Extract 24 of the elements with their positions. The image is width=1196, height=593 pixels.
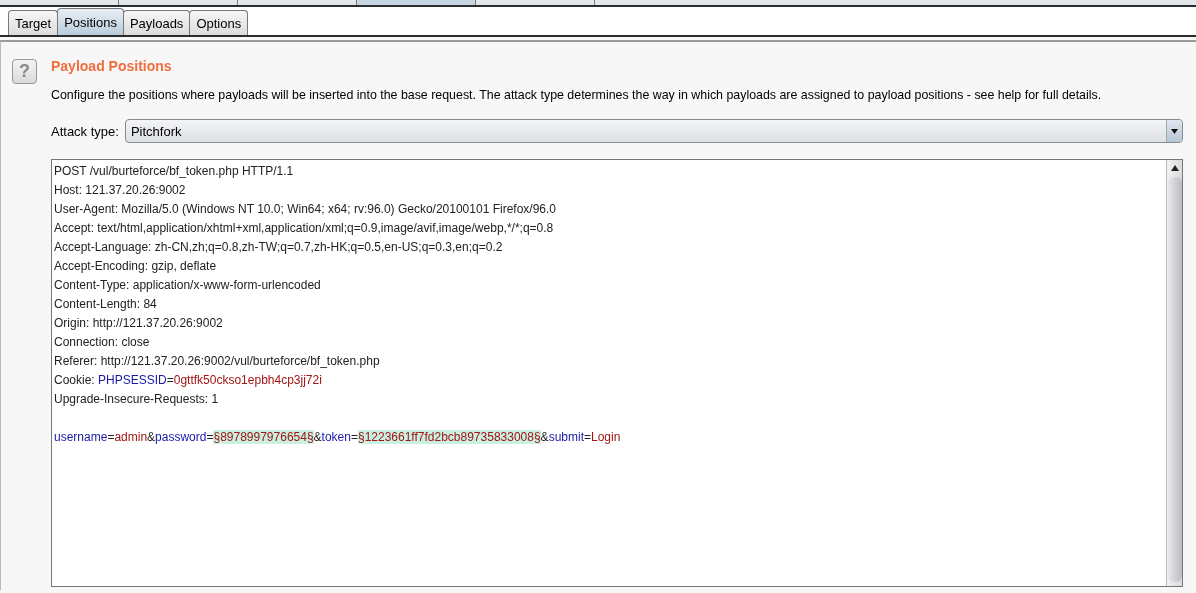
request-line: Connection: close xyxy=(54,334,150,351)
tab[interactable]: Target xyxy=(8,10,59,35)
request-line: User-Agent: Mozilla/5.0 (Windows NT 10.0; Win64; x64; rv:96.0) Gecko/20100101 Firefox/96.0 xyxy=(54,201,556,218)
request-line: username=admin&password=§8978997976654§&token=§1223661ff7fd2bcb89735833008§&submit=Login xyxy=(54,429,621,446)
scroll-up-icon[interactable] xyxy=(1169,163,1180,173)
description-text: Configure the positions where payloads will be inserted into the base request. The attack type determines the way in which payloads are assigned to payload positions - see help for full details. xyxy=(51,88,1102,102)
request-line: Accept-Encoding: gzip, deflate xyxy=(54,258,217,275)
request-line: Content-Type: application/x-www-form-urlencoded xyxy=(54,277,321,294)
request-line: Cookie: PHPSESSID=0gttfk50ckso1epbh4cp3jj72i xyxy=(54,372,322,389)
request-line: Upgrade-Insecure-Requests: 1 xyxy=(54,391,219,408)
section-title: Payload Positions xyxy=(51,58,172,74)
tab[interactable]: Positions xyxy=(57,8,124,35)
request-editor[interactable] xyxy=(51,159,1183,587)
request-line: Host: 121.37.20.26:9002 xyxy=(54,182,186,199)
attack-type-dropdown[interactable]: Pitchfork xyxy=(124,119,1183,143)
tab[interactable]: Options xyxy=(189,10,249,35)
request-line: Origin: http://121.37.20.26:9002 xyxy=(54,315,223,332)
tab[interactable]: Payloads xyxy=(122,10,191,35)
attack-type-label: Attack type: xyxy=(51,123,119,139)
request-line: Accept: text/html,application/xhtml+xml,application/xml;q=0.9,image/avif,image/webp,*/*;q=0.8 xyxy=(54,220,554,237)
request-line: POST /vul/burteforce/bf_token.php HTTP/1.1 xyxy=(54,163,294,180)
request-line: Referer: http://121.37.20.26:9002/vul/burteforce/bf_token.php xyxy=(54,353,380,370)
request-line: Accept-Language: zh-CN,zh;q=0.8,zh-TW;q=0.7,zh-HK;q=0.5,en-US;q=0.3,en;q=0.2 xyxy=(54,239,503,256)
request-line: Content-Length: 84 xyxy=(54,296,157,313)
